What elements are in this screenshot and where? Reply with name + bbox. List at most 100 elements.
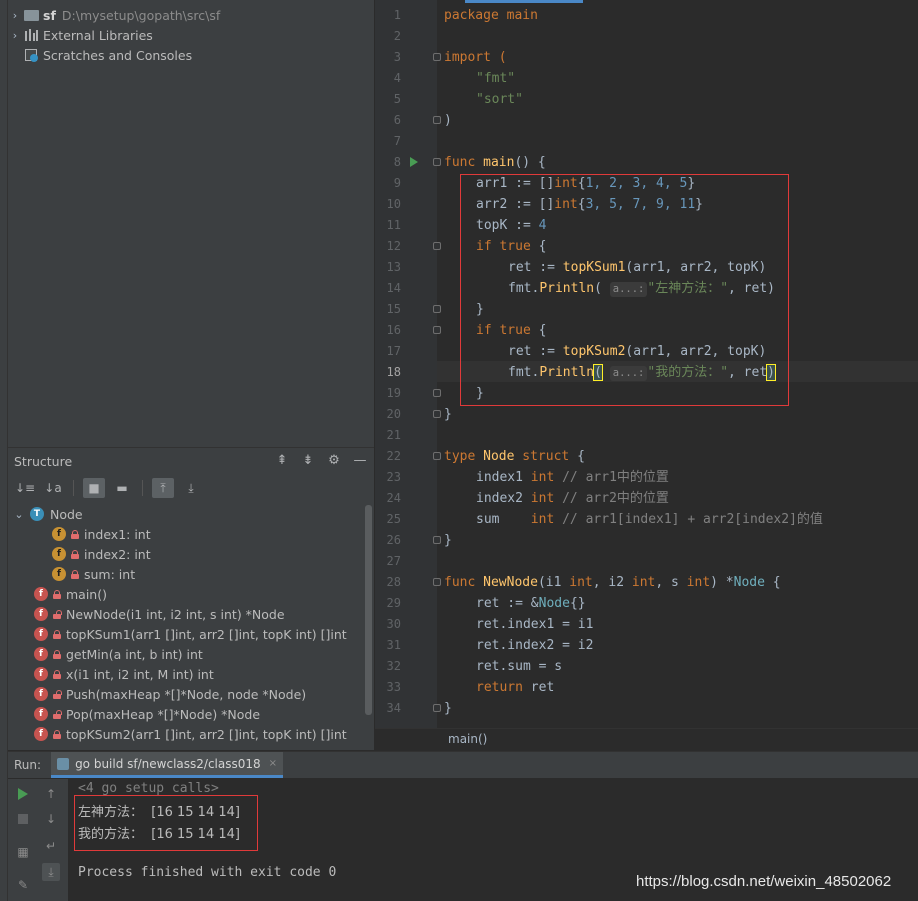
toolbar-divider xyxy=(73,480,74,496)
breadcrumb-bar: main() xyxy=(375,728,918,750)
structure-item-label: topKSum2(arr1 []int, arr2 []int, topK in… xyxy=(66,726,347,742)
fold-marker-icon[interactable] xyxy=(433,116,441,124)
soft-wrap-icon[interactable]: ↵ xyxy=(42,837,60,855)
code-line-29: ret := &Node{} xyxy=(476,593,586,614)
structure-item-push[interactable]: f Push(maxHeap *[]*Node, node *Node) xyxy=(34,684,306,704)
code-token: Node xyxy=(733,575,765,590)
structure-item-topksum1[interactable]: f topKSum1(arr1 []int, arr2 []int, topK … xyxy=(34,624,347,644)
code-token: int xyxy=(530,470,555,485)
structure-item-label: main() xyxy=(66,586,107,602)
close-icon[interactable]: × xyxy=(269,758,277,769)
autoscroll-from-source-icon[interactable]: ⤓ xyxy=(180,478,202,498)
show-private-icon[interactable]: ■ xyxy=(83,478,105,498)
run-tab[interactable]: go build sf/newclass2/class018 × xyxy=(51,752,284,778)
line-number: 25 xyxy=(386,512,401,526)
code-token: int xyxy=(569,575,593,590)
line-number: 8 xyxy=(393,155,401,169)
fold-marker-icon[interactable] xyxy=(433,326,441,334)
run-header: Run: go build sf/newclass2/class018 × xyxy=(8,752,918,778)
fold-marker-icon[interactable] xyxy=(433,704,441,712)
chevron-down-icon[interactable]: ⌄ xyxy=(12,508,26,521)
rerun-button[interactable] xyxy=(14,785,32,803)
code-line-32: ret.sum = s xyxy=(476,659,563,674)
sort-alpha-icon[interactable]: ↓a xyxy=(42,478,64,498)
structure-item-node[interactable]: ⌄ T Node xyxy=(12,504,82,524)
chevron-right-icon[interactable]: › xyxy=(8,29,22,42)
run-tab-label: go build sf/newclass2/class018 xyxy=(75,756,261,771)
line-number: 1 xyxy=(393,8,401,22)
fold-marker-icon[interactable] xyxy=(433,242,441,250)
structure-item-x[interactable]: f x(i1 int, i2 int, M int) int xyxy=(34,664,214,684)
layout-icon[interactable]: ▦ xyxy=(14,843,32,861)
watermark: https://blog.csdn.net/weixin_48502062 xyxy=(636,873,892,890)
structure-item-sum[interactable]: f sum: int xyxy=(52,564,135,584)
stop-button[interactable] xyxy=(14,810,32,828)
external-libraries-label: External Libraries xyxy=(43,27,153,43)
fold-marker-icon[interactable] xyxy=(433,410,441,418)
scratches-label: Scratches and Consoles xyxy=(43,47,193,63)
autoscroll-to-source-icon[interactable]: ⤒ xyxy=(152,478,174,498)
structure-item-label: NewNode(i1 int, i2 int, s int) *Node xyxy=(66,606,285,622)
scratches-node[interactable]: Scratches and Consoles xyxy=(8,45,192,65)
code-token: return xyxy=(476,680,523,695)
gear-icon[interactable]: ⚙ xyxy=(326,453,342,469)
toolbar-divider xyxy=(142,480,143,496)
project-root-node[interactable]: › sf D:\mysetup\gopath\src\sf xyxy=(8,5,220,25)
down-arrow-icon[interactable]: ↓ xyxy=(42,810,60,828)
code-token: sum xyxy=(476,512,531,527)
structure-item-index2[interactable]: f index2: int xyxy=(52,544,151,564)
code-highlight-box xyxy=(460,174,789,406)
scroll-to-end-icon[interactable]: ⤓ xyxy=(42,863,60,881)
structure-item-newnode[interactable]: f NewNode(i1 int, i2 int, s int) *Node xyxy=(34,604,285,624)
structure-panel: Structure ⇞ ⇟ ⚙ — ↓≡ ↓a ■ ▬ ⤒ ⤓ ⌄ T Node… xyxy=(8,447,374,750)
fold-marker-icon[interactable] xyxy=(433,389,441,397)
run-gutter-icon[interactable] xyxy=(410,157,418,167)
project-root-path: D:\mysetup\gopath\src\sf xyxy=(61,7,221,23)
function-icon: f xyxy=(34,587,48,601)
code-token: ) * xyxy=(710,575,734,590)
structure-item-topksum2[interactable]: f topKSum2(arr1 []int, arr2 []int, topK … xyxy=(34,724,347,744)
console-line-setup[interactable]: <4 go setup calls> xyxy=(78,781,219,796)
sort-visibility-icon[interactable]: ↓≡ xyxy=(14,478,36,498)
fold-marker-icon[interactable] xyxy=(433,452,441,460)
field-icon: f xyxy=(52,567,66,581)
structure-item-main[interactable]: f main() xyxy=(34,584,107,604)
code-line-31: ret.index2 = i2 xyxy=(476,638,594,653)
up-arrow-icon[interactable]: ↑ xyxy=(42,785,60,803)
scratches-icon xyxy=(24,48,39,62)
expand-all-icon[interactable]: ⇞ xyxy=(274,453,290,469)
code-line-25: sum int // arr1[index1] + arr2[index2]的值 xyxy=(476,509,823,530)
collapse-all-icon[interactable]: ⇟ xyxy=(300,453,316,469)
external-libraries-node[interactable]: › External Libraries xyxy=(8,25,153,45)
structure-item-getmin[interactable]: f getMin(a int, b int) int xyxy=(34,644,203,664)
fold-marker-icon[interactable] xyxy=(433,536,441,544)
breadcrumb[interactable]: main() xyxy=(448,732,487,746)
unlock-icon xyxy=(53,609,62,619)
chevron-right-icon[interactable]: › xyxy=(8,9,22,22)
library-icon xyxy=(24,29,39,41)
minimize-icon[interactable]: — xyxy=(352,453,368,469)
structure-item-index1[interactable]: f index1: int xyxy=(52,524,151,544)
run-label: Run: xyxy=(14,758,42,772)
structure-item-pop[interactable]: f Pop(maxHeap *[]*Node) *Node xyxy=(34,704,260,724)
lock-icon xyxy=(53,729,61,739)
fold-marker-icon[interactable] xyxy=(433,158,441,166)
fold-marker-icon[interactable] xyxy=(433,53,441,61)
code-line-33: return ret xyxy=(476,677,554,698)
stop-icon xyxy=(18,814,28,824)
pin-icon[interactable]: ✎ xyxy=(14,876,32,894)
fold-marker-icon[interactable] xyxy=(433,305,441,313)
fold-marker-icon[interactable] xyxy=(433,578,441,586)
line-number: 12 xyxy=(386,239,401,253)
code-token: int xyxy=(631,575,656,590)
line-number: 16 xyxy=(386,323,401,337)
code-token: () { xyxy=(514,155,546,170)
show-fields-icon[interactable]: ▬ xyxy=(111,478,133,498)
line-number: 15 xyxy=(386,302,401,316)
code-token: int xyxy=(530,512,555,527)
code-editor[interactable]: 1 2 3 4 5 6 7 8 9 10 11 12 13 14 15 16 1… xyxy=(375,0,918,728)
code-token: type xyxy=(444,449,476,464)
structure-scrollbar[interactable] xyxy=(365,505,372,715)
code-token: , i2 xyxy=(592,575,632,590)
code-line-30: ret.index1 = i1 xyxy=(476,617,594,632)
